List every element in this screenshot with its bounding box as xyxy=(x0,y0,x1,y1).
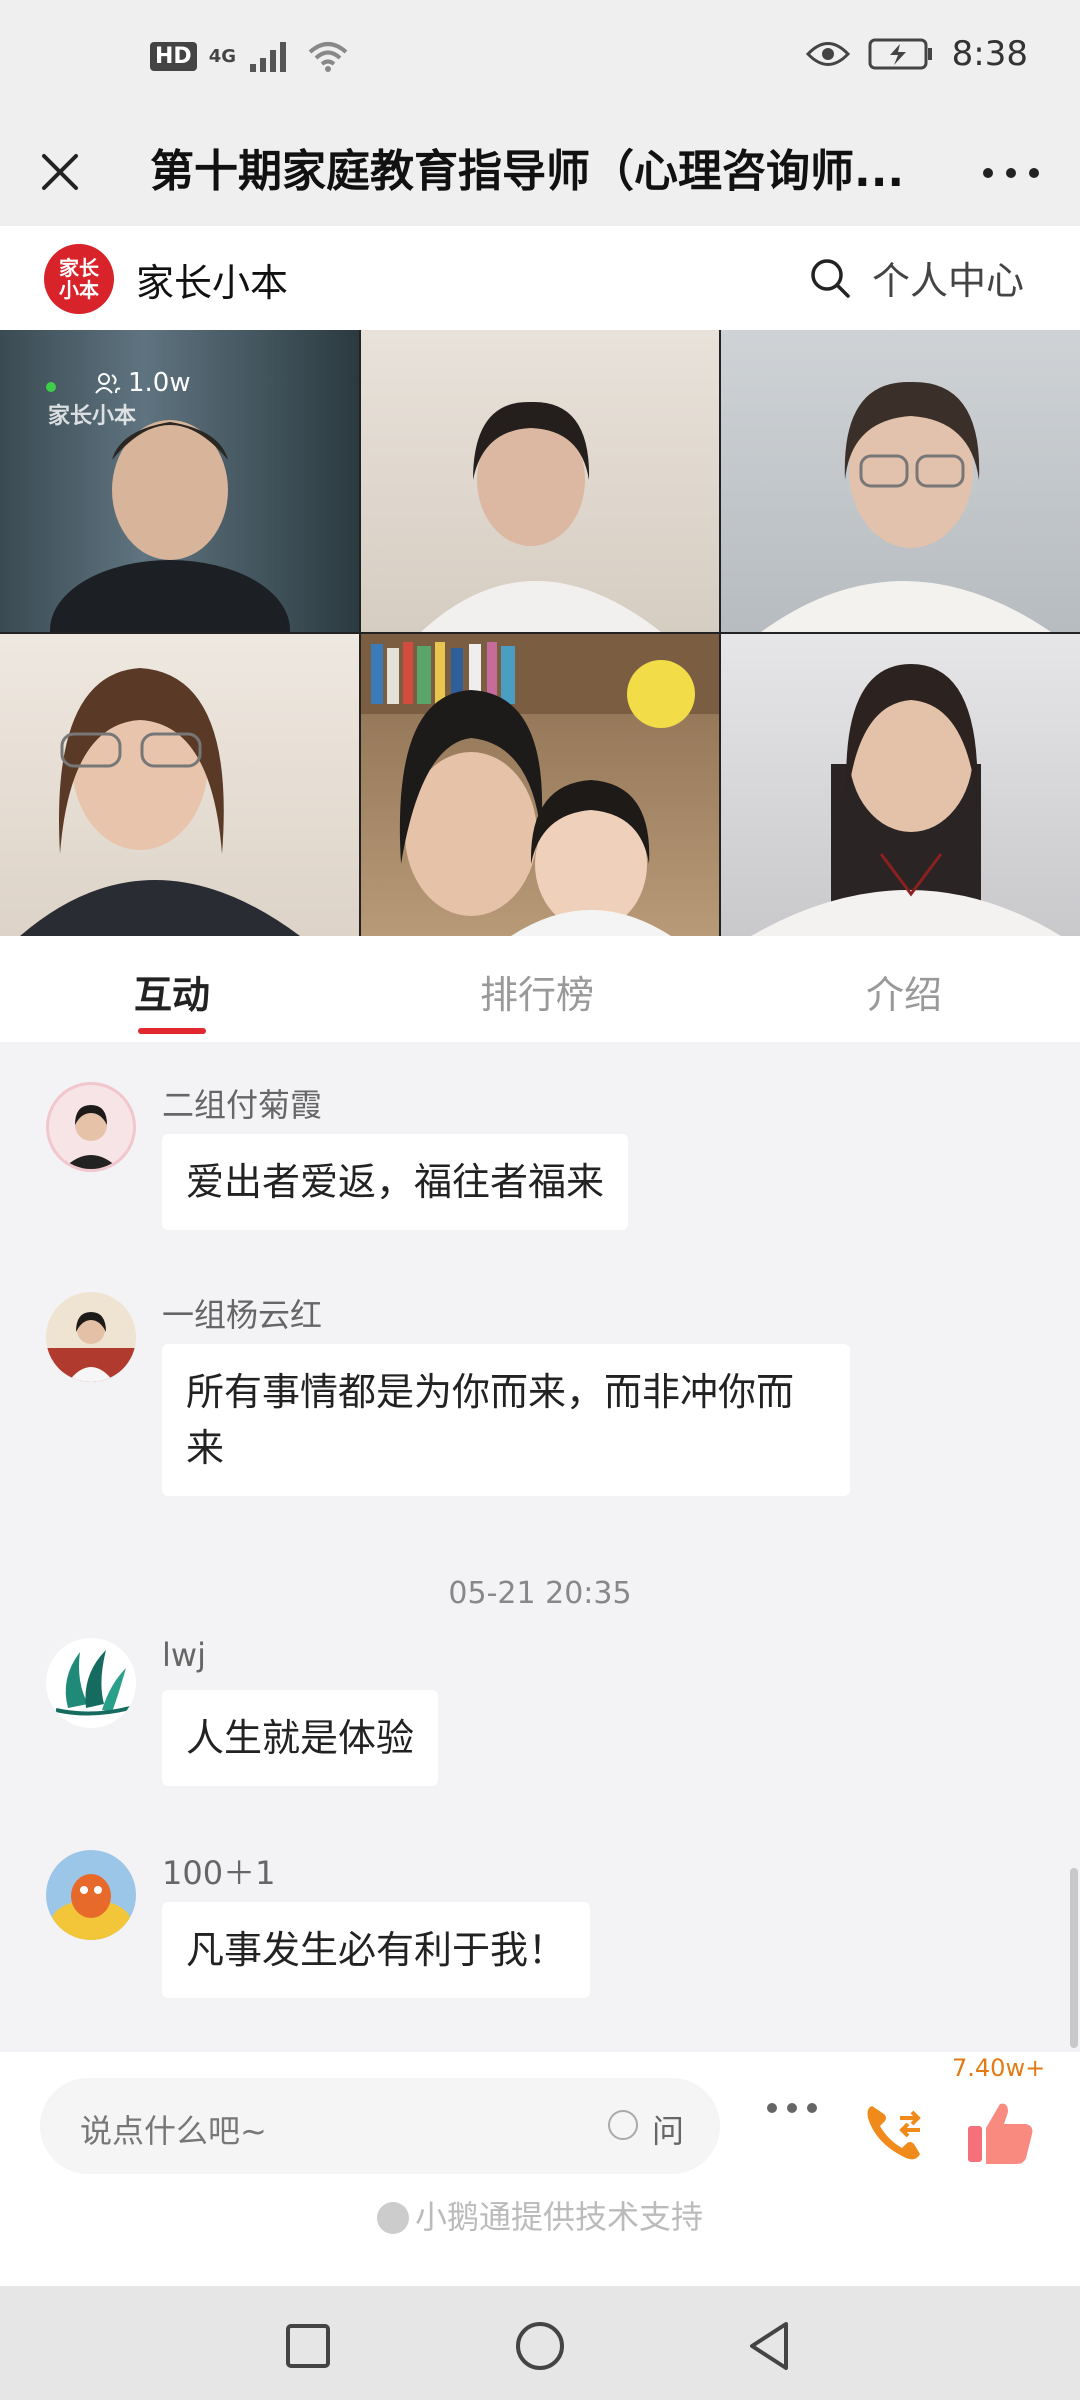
clock: 8:38 xyxy=(951,34,1028,74)
signal-icon xyxy=(250,42,286,72)
powered-by-text: 小鹅通提供技术支持 xyxy=(414,2198,703,2236)
powered-by: 小鹅通提供技术支持 xyxy=(0,2192,1080,2238)
tab-interaction[interactable]: 互动 xyxy=(134,964,210,1019)
more-options-icon[interactable] xyxy=(764,2100,820,2116)
status-left: HD 4G xyxy=(150,38,350,74)
personal-center-link[interactable]: 个人中心 xyxy=(872,250,1024,305)
back-icon[interactable] xyxy=(744,2320,794,2372)
title-bar: 第十期家庭教育指导师（心理咨询师... xyxy=(0,120,1080,226)
message-bubble: 所有事情都是为你而来，而非冲你而来 xyxy=(162,1344,850,1496)
tab-bar: 互动 排行榜 介绍 xyxy=(0,936,1080,1043)
video-tile[interactable] xyxy=(721,330,1080,632)
page-title: 第十期家庭教育指导师（心理咨询师... xyxy=(150,146,905,197)
scrollbar[interactable] xyxy=(1070,1868,1078,2048)
tab-introduction[interactable]: 介绍 xyxy=(866,964,942,1019)
avatar-image xyxy=(46,1312,136,1382)
eye-icon xyxy=(805,42,850,66)
video-tile[interactable] xyxy=(721,634,1080,936)
participant-avatar xyxy=(761,381,1051,632)
message-username: 二组付菊霞 xyxy=(162,1086,323,1124)
system-nav-bar xyxy=(0,2286,1080,2400)
message-bubble: 爱出者爱返，福往者福来 xyxy=(162,1134,629,1230)
message-username: 一组杨云红 xyxy=(162,1296,323,1334)
home-icon[interactable] xyxy=(514,2320,566,2372)
viewers-icon xyxy=(95,373,121,394)
ask-question-label[interactable]: 问 xyxy=(652,2106,684,2152)
status-right: 8:38 xyxy=(805,34,1028,74)
live-indicator xyxy=(46,382,56,392)
leaf-logo-avatar xyxy=(55,1650,131,1716)
video-tile[interactable] xyxy=(0,634,359,936)
avatar-image xyxy=(51,1874,131,1940)
active-tab-indicator xyxy=(138,1028,206,1034)
battery-icon xyxy=(868,38,932,70)
tab-ranking[interactable]: 排行榜 xyxy=(480,964,594,1019)
participant-avatar xyxy=(20,668,300,936)
like-count: 7.40w+ xyxy=(952,2054,1046,2082)
bookshelf-scene xyxy=(361,634,719,936)
avatar-image xyxy=(63,1105,119,1169)
message-bubble: 凡事发生必有利于我！ xyxy=(162,1902,591,1998)
input-bar: 说点什么吧~ 问 7.40w+ 小鹅通提供技术支持 xyxy=(0,2052,1080,2244)
brand-bar: 家长小本 家长小本 个人中心 xyxy=(0,226,1080,330)
watermark: 家长小本 xyxy=(48,404,137,429)
avatar[interactable] xyxy=(46,1082,136,1172)
viewer-count-value: 1.0w xyxy=(128,368,191,398)
comment-placeholder: 说点什么吧~ xyxy=(80,2112,267,2150)
video-grid[interactable]: 1.0w 家长小本 xyxy=(0,330,1080,936)
search-icon[interactable] xyxy=(808,256,852,300)
ask-question-radio[interactable] xyxy=(608,2110,638,2140)
viewer-count: 1.0w xyxy=(94,368,191,398)
status-bar: HD 4G 8:38 xyxy=(0,0,1080,120)
close-icon[interactable] xyxy=(30,142,90,202)
more-icon[interactable] xyxy=(976,148,1046,198)
phone-call-icon[interactable] xyxy=(860,2096,930,2166)
message-bubble: 人生就是体验 xyxy=(162,1690,439,1786)
hd-badge: HD xyxy=(150,41,197,71)
xiaoe-logo-icon xyxy=(376,2202,409,2234)
logo-text: 家长小本 xyxy=(59,256,99,302)
thumbs-up-icon[interactable] xyxy=(964,2096,1036,2168)
participant-avatar xyxy=(751,664,1061,936)
network-type: 4G xyxy=(208,45,236,67)
avatar[interactable] xyxy=(46,1292,136,1382)
avatar[interactable] xyxy=(46,1850,136,1940)
video-tile[interactable] xyxy=(361,634,719,936)
message-username: 100＋1 xyxy=(162,1854,276,1892)
video-tile-host[interactable]: 1.0w 家长小本 xyxy=(0,330,359,632)
bottom-spacer xyxy=(0,2244,1080,2286)
participant-avatar xyxy=(421,401,661,632)
brand-name[interactable]: 家长小本 xyxy=(136,252,288,307)
avatar[interactable] xyxy=(46,1638,136,1728)
video-tile[interactable] xyxy=(361,330,719,632)
message-username: lwj xyxy=(162,1636,206,1674)
chat-area[interactable]: 二组付菊霞 爱出者爱返，福往者福来 一组杨云红 所有事情都是为你而来，而非冲你而… xyxy=(0,1042,1080,2052)
brand-logo[interactable]: 家长小本 xyxy=(44,244,114,314)
wifi-icon xyxy=(308,42,348,72)
chat-timestamp: 05-21 20:35 xyxy=(448,1576,632,1611)
recent-apps-icon[interactable] xyxy=(284,2322,332,2370)
comment-input[interactable]: 说点什么吧~ 问 xyxy=(40,2078,720,2174)
